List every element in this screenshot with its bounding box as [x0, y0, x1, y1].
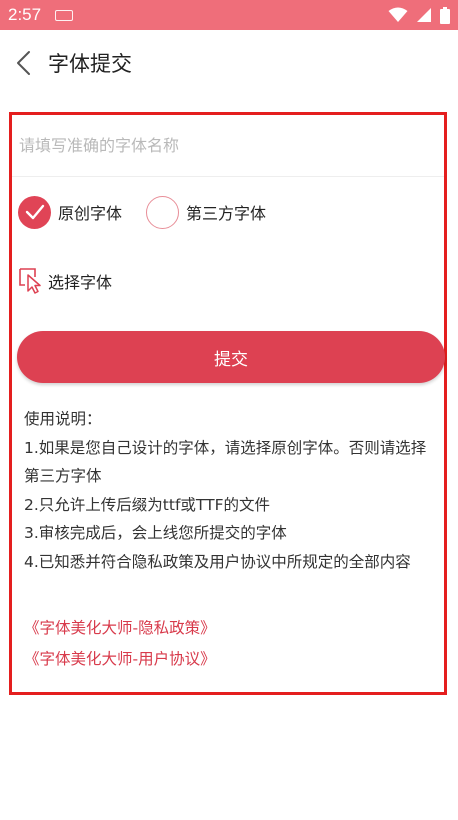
instruction-item: 3.审核完成后，会上线您所提交的字体: [24, 524, 287, 542]
page-title: 字体提交: [48, 52, 132, 76]
radio-unchecked-icon: [146, 195, 180, 229]
keyboard-icon: [55, 9, 74, 21]
instructions-heading: 使用说明：: [24, 410, 102, 428]
user-agreement-link[interactable]: 《字体美化大师-用户协议》: [24, 644, 216, 675]
radio-checked-icon: [18, 195, 51, 229]
battery-icon: [440, 6, 450, 24]
status-time: 2:57: [8, 5, 42, 24]
radio-original-font[interactable]: 原创字体: [18, 195, 123, 229]
select-font-button[interactable]: 选择字体: [18, 265, 112, 297]
policy-links: 《字体美化大师-隐私政策》 《字体美化大师-用户协议》: [24, 613, 216, 675]
radio-third-party-font[interactable]: 第三方字体: [146, 195, 267, 229]
radio-label: 原创字体: [58, 204, 123, 223]
status-icons: [388, 6, 450, 24]
instruction-item: 2.只允许上传后缀为ttf或TTF的文件: [24, 495, 270, 514]
divider: [12, 176, 444, 177]
instruction-item: 1.如果是您自己设计的字体，请选择原创字体。否则请选择第三方字体: [24, 438, 427, 486]
privacy-policy-link[interactable]: 《字体美化大师-隐私政策》: [24, 613, 216, 644]
wifi-icon: [388, 7, 408, 22]
select-font-label: 选择字体: [48, 273, 113, 292]
usage-instructions: 使用说明： 1.如果是您自己设计的字体，请选择原创字体。否则请选择第三方字体 2…: [24, 405, 436, 576]
font-submit-form: 原创字体 第三方字体 选择字体 提交 使用说明： 1.如果是您自己设计的字体，请…: [9, 112, 447, 695]
font-type-radio-group: 原创字体 第三方字体: [18, 195, 266, 229]
app-bar: 字体提交: [0, 30, 458, 96]
radio-label: 第三方字体: [186, 204, 267, 223]
chevron-left-icon: [17, 51, 30, 75]
cell-signal-icon: [417, 8, 431, 22]
instruction-item: 4.已知悉并符合隐私政策及用户协议中所规定的全部内容: [24, 552, 411, 571]
status-bar: 2:57: [0, 0, 458, 30]
submit-button[interactable]: 提交: [17, 331, 445, 383]
cursor-select-icon: [19, 268, 41, 294]
font-name-input[interactable]: [12, 115, 444, 175]
back-button[interactable]: [2, 41, 46, 85]
